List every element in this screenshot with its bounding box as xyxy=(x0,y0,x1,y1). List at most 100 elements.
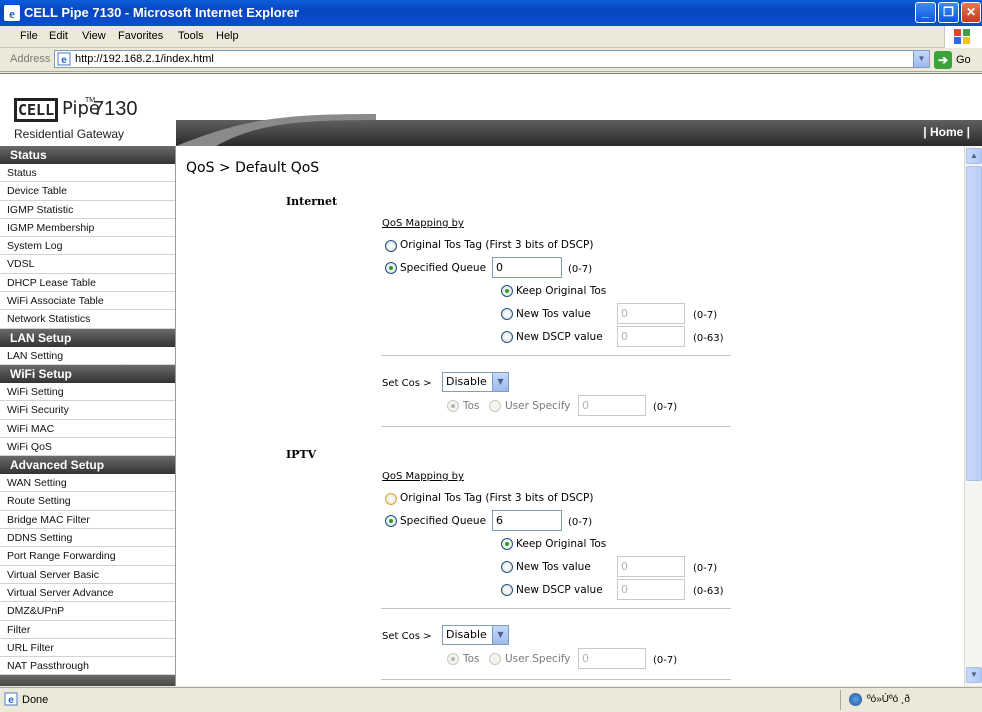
home-link[interactable]: | Home | xyxy=(923,125,970,139)
sidebar-item-system-log[interactable]: System Log xyxy=(0,237,175,256)
new-dscp-range: (0-63) xyxy=(693,333,724,344)
label-new-tos: New Tos value xyxy=(516,308,591,320)
sidebar-item-igmp-membership[interactable]: IGMP Membership xyxy=(0,219,175,238)
sidebar-item-vdsl[interactable]: VDSL xyxy=(0,255,175,274)
sidebar-item-port-range-forwarding[interactable]: Port Range Forwarding xyxy=(0,547,175,566)
divider xyxy=(381,679,731,680)
new-dscp-input[interactable] xyxy=(617,579,685,600)
chevron-down-icon: ▼ xyxy=(492,626,508,644)
sidebar-item-route-setting[interactable]: Route Setting xyxy=(0,492,175,511)
vertical-scrollbar[interactable]: ▲ ▼ xyxy=(964,146,982,686)
address-input[interactable]: e http://192.168.2.1/index.html ▼ xyxy=(54,50,930,68)
set-cos-select[interactable]: Disable ▼ xyxy=(442,625,509,645)
radio-new-dscp[interactable] xyxy=(501,331,513,343)
logo-subtitle: Residential Gateway xyxy=(14,127,125,141)
menu-view[interactable]: View xyxy=(82,30,106,42)
label-new-dscp: New DSCP value xyxy=(516,331,603,343)
sidebar-item-filter[interactable]: Filter xyxy=(0,621,175,639)
label-keep-original-tos: Keep Original Tos xyxy=(516,538,607,550)
radio-new-tos[interactable] xyxy=(501,308,513,320)
restore-button[interactable]: ❐ xyxy=(938,2,959,23)
sidebar-item-url-filter[interactable]: URL Filter xyxy=(0,639,175,658)
sidebar-item-lan-setting[interactable]: LAN Setting xyxy=(0,347,175,365)
status-bar: e Done ºó»Úºó ¸ð xyxy=(0,687,982,712)
sidebar-item-device-table[interactable]: Device Table xyxy=(0,182,175,201)
sidebar-item-wifi-mac[interactable]: WiFi MAC xyxy=(0,420,175,438)
new-tos-range: (0-7) xyxy=(693,563,718,574)
radio-specified-queue[interactable] xyxy=(385,515,397,527)
zone-text: ºó»Úºó ¸ð xyxy=(867,694,910,705)
radio-original-tos[interactable] xyxy=(385,493,397,505)
new-dscp-range: (0-63) xyxy=(693,586,724,597)
address-bar: Address e http://192.168.2.1/index.html … xyxy=(0,48,982,72)
menu-help[interactable]: Help xyxy=(216,30,239,42)
radio-cos-tos[interactable] xyxy=(447,400,459,412)
new-tos-range: (0-7) xyxy=(693,310,718,321)
sidebar-item-virtual-server-advance[interactable]: Virtual Server Advance xyxy=(0,584,175,603)
queue-input[interactable] xyxy=(492,257,562,278)
radio-keep-original-tos[interactable] xyxy=(501,285,513,297)
divider xyxy=(381,355,731,356)
radio-new-dscp[interactable] xyxy=(501,584,513,596)
radio-specified-queue[interactable] xyxy=(385,262,397,274)
browser-viewport: CELL Pipe TM 7130 Residential Gateway | … xyxy=(0,73,982,686)
sidebar-item-wifi-qos[interactable]: WiFi QoS xyxy=(0,438,175,457)
sidebar-item-bridge-mac-filter[interactable]: Bridge MAC Filter xyxy=(0,511,175,530)
divider xyxy=(381,608,731,609)
logo-brand: CELL xyxy=(14,98,58,122)
go-button[interactable]: ➔ Go xyxy=(934,51,978,69)
cos-user-input[interactable] xyxy=(578,648,646,669)
menu-edit[interactable]: Edit xyxy=(49,30,68,42)
menu-favorites[interactable]: Favorites xyxy=(118,30,163,42)
set-cos-label: Set Cos > xyxy=(382,378,432,389)
label-original-tos: Original Tos Tag (First 3 bits of DSCP) xyxy=(400,239,594,251)
scroll-thumb[interactable] xyxy=(966,166,982,481)
menu-bar: File Edit View Favorites Tools Help xyxy=(0,26,982,48)
sidebar-item-wifi-security[interactable]: WiFi Security xyxy=(0,401,175,420)
scroll-down-icon[interactable]: ▼ xyxy=(966,667,982,683)
go-arrow-icon: ➔ xyxy=(934,51,952,69)
divider xyxy=(381,426,731,427)
sidebar-head-status: Status xyxy=(0,146,175,164)
globe-icon xyxy=(849,693,862,706)
queue-range: (0-7) xyxy=(568,517,593,528)
sidebar-item-virtual-server-basic[interactable]: Virtual Server Basic xyxy=(0,566,175,584)
radio-new-tos[interactable] xyxy=(501,561,513,573)
address-url: http://192.168.2.1/index.html xyxy=(75,53,214,65)
menu-tools[interactable]: Tools xyxy=(178,30,204,42)
svg-text:e: e xyxy=(61,55,67,66)
page-done-icon: e xyxy=(4,692,18,706)
new-tos-input[interactable] xyxy=(617,303,685,324)
menu-file[interactable]: File xyxy=(20,30,38,42)
sidebar-item-dmz-upnp[interactable]: DMZ&UPnP xyxy=(0,602,175,621)
close-button[interactable]: ✕ xyxy=(961,2,981,23)
sidebar-item-igmp-statistic[interactable]: IGMP Statistic xyxy=(0,201,175,219)
address-dropdown-icon[interactable]: ▼ xyxy=(913,51,929,67)
cos-user-input[interactable] xyxy=(578,395,646,416)
radio-cos-tos[interactable] xyxy=(447,653,459,665)
sidebar-head-wifi-setup: WiFi Setup xyxy=(0,364,175,383)
sidebar-item-status[interactable]: Status xyxy=(0,164,175,183)
minimize-button[interactable]: _ xyxy=(915,2,936,23)
radio-keep-original-tos[interactable] xyxy=(501,538,513,550)
title-bar: e CELL Pipe 7130 - Microsoft Internet Ex… xyxy=(0,0,982,26)
sidebar-item-nat-passthrough[interactable]: NAT Passthrough xyxy=(0,657,175,676)
set-cos-select[interactable]: Disable ▼ xyxy=(442,372,509,392)
radio-original-tos[interactable] xyxy=(385,240,397,252)
radio-cos-user-specify[interactable] xyxy=(489,653,501,665)
sidebar-item-ddns-setting[interactable]: DDNS Setting xyxy=(0,529,175,548)
sidebar-item-wan-setting[interactable]: WAN Setting xyxy=(0,474,175,493)
sidebar-item-network-statistics[interactable]: Network Statistics xyxy=(0,310,175,329)
sidebar-item-dhcp-lease-table[interactable]: DHCP Lease Table xyxy=(0,274,175,293)
queue-input[interactable] xyxy=(492,510,562,531)
new-dscp-input[interactable] xyxy=(617,326,685,347)
radio-cos-user-specify[interactable] xyxy=(489,400,501,412)
content-area: QoS > Default QoS Internet QoS Mapping b… xyxy=(176,146,964,686)
qos-section-iptv: IPTV QoS Mapping by Original Tos Tag (Fi… xyxy=(176,448,964,686)
sidebar-item-wifi-associate-table[interactable]: WiFi Associate Table xyxy=(0,292,175,311)
new-tos-input[interactable] xyxy=(617,556,685,577)
scroll-up-icon[interactable]: ▲ xyxy=(966,148,982,164)
sidebar-item-wifi-setting[interactable]: WiFi Setting xyxy=(0,383,175,402)
qos-section-internet: Internet QoS Mapping by Original Tos Tag… xyxy=(176,195,964,441)
address-label: Address xyxy=(10,53,51,65)
